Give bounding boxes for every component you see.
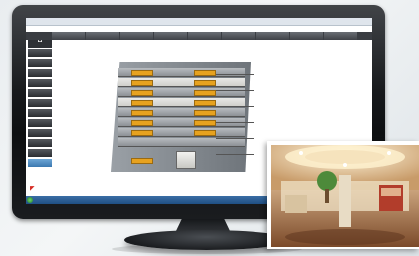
window-titlebar [26,18,372,26]
menu-tab[interactable] [52,32,85,40]
lobby-entrance [176,151,196,169]
menu-tab[interactable] [86,32,119,40]
sidebar-item[interactable] [28,149,52,157]
sidebar-item[interactable] [28,59,52,67]
menu-tab[interactable] [256,32,289,40]
leader-line [216,90,254,91]
leader-line [216,122,254,123]
lobby-photo-frame [267,141,419,249]
start-button[interactable] [27,197,33,203]
menu-tab[interactable] [188,32,221,40]
leader-line [216,74,254,75]
menu-bar [26,32,372,40]
floor-left-indicator[interactable] [131,100,153,106]
sidebar-item[interactable] [28,109,52,117]
floor-right-indicator[interactable] [194,100,216,106]
floor-right-indicator[interactable] [194,70,216,76]
menu-tab[interactable] [222,32,255,40]
monitor-stand-base [124,230,289,250]
menu-tab[interactable] [154,32,187,40]
lobby-photo [271,145,419,247]
sidebar-item[interactable] [28,79,52,87]
sidebar-item[interactable] [28,139,52,147]
leader-line [216,154,254,155]
sidebar-item[interactable] [28,119,52,127]
floor-left-indicator[interactable] [131,120,153,126]
floor-right-indicator[interactable] [194,90,216,96]
floor-band[interactable] [118,138,245,147]
sidebar-item[interactable] [28,49,52,57]
brand-logo: ◤ [30,184,102,194]
floor-left-indicator[interactable] [131,110,153,116]
floor-left-indicator[interactable] [131,130,153,136]
floor-right-indicator[interactable] [194,120,216,126]
sidebar-item-active[interactable] [28,159,52,167]
menu-tab[interactable] [120,32,153,40]
leader-line [216,138,254,139]
floor-left-indicator[interactable] [131,70,153,76]
menu-tab[interactable] [324,32,357,40]
floor-left-indicator[interactable] [131,158,153,164]
floor-left-indicator[interactable] [131,80,153,86]
floor-right-indicator[interactable] [194,130,216,136]
floor-right-indicator[interactable] [194,80,216,86]
sidebar-item[interactable] [28,99,52,107]
brand-mark-icon: ◤ [30,185,35,192]
sidebar-item[interactable] [28,69,52,77]
sidebar [28,49,52,179]
floor-left-indicator[interactable] [131,90,153,96]
menu-tab[interactable] [290,32,323,40]
leader-line [216,106,254,107]
floor-right-indicator[interactable] [194,110,216,116]
sidebar-item[interactable] [28,89,52,97]
lobby-illustration [271,145,419,247]
sidebar-item[interactable] [28,129,52,137]
